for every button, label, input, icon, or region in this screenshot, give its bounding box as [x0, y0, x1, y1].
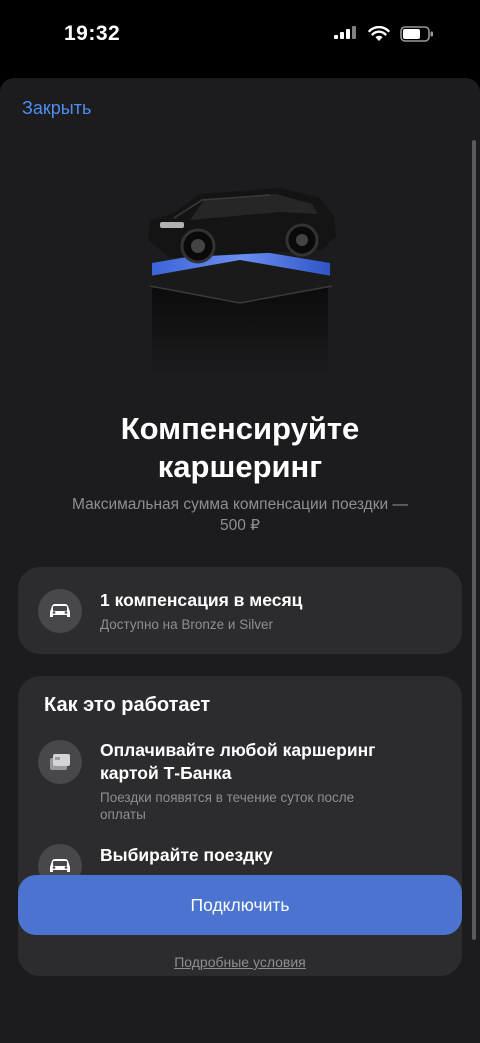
- page-subtitle: Максимальная сумма компенсации поездки —…: [40, 494, 440, 536]
- close-button[interactable]: Закрыть: [22, 98, 91, 119]
- status-icons: [334, 25, 434, 47]
- step-1-subtitle-line-1: Поездки появятся в течение суток после: [100, 790, 355, 805]
- connect-button[interactable]: Подключить: [18, 875, 462, 935]
- battery-icon: [400, 26, 434, 47]
- bank-card-icon: [38, 740, 82, 784]
- compensation-card: 1 компенсация в месяц Доступно на Bronze…: [18, 567, 462, 654]
- bottom-sheet: Закрыть Компенсируйте каршеринг Максимал…: [0, 78, 480, 1043]
- page-title: Компенсируйте каршеринг: [20, 410, 460, 486]
- title-line-1: Компенсируйте: [120, 411, 360, 446]
- step-1-title-line-1: Оплачивайте любой каршеринг: [100, 740, 376, 760]
- step-1-subtitle: Поездки появятся в течение суток после о…: [100, 789, 420, 823]
- subtitle-line-2: 500 ₽: [219, 517, 261, 534]
- step-1-subtitle-line-2: оплаты: [100, 807, 146, 822]
- cellular-signal-icon: [334, 26, 358, 47]
- step-1-title-line-2: картой Т-Банка: [100, 763, 232, 783]
- terms-link[interactable]: Подробные условия: [0, 954, 480, 970]
- how-it-works-title: Как это работает: [44, 694, 211, 716]
- wifi-icon: [368, 25, 390, 47]
- compensation-title: 1 компенсация в месяц: [100, 590, 303, 610]
- step-2-title: Выбирайте поездку: [100, 845, 273, 865]
- car-icon: [38, 589, 82, 633]
- car-on-platform-illustration: [130, 178, 350, 378]
- compensation-subtitle: Доступно на Bronze и Silver: [100, 617, 273, 632]
- subtitle-line-1: Максимальная сумма компенсации поездки —: [72, 496, 408, 513]
- title-line-2: каршеринг: [157, 449, 323, 484]
- status-time: 19:32: [64, 22, 121, 45]
- status-bar: 19:32: [0, 0, 480, 72]
- step-1-title: Оплачивайте любой каршеринг картой Т-Бан…: [100, 739, 430, 785]
- scrollbar[interactable]: [472, 140, 476, 940]
